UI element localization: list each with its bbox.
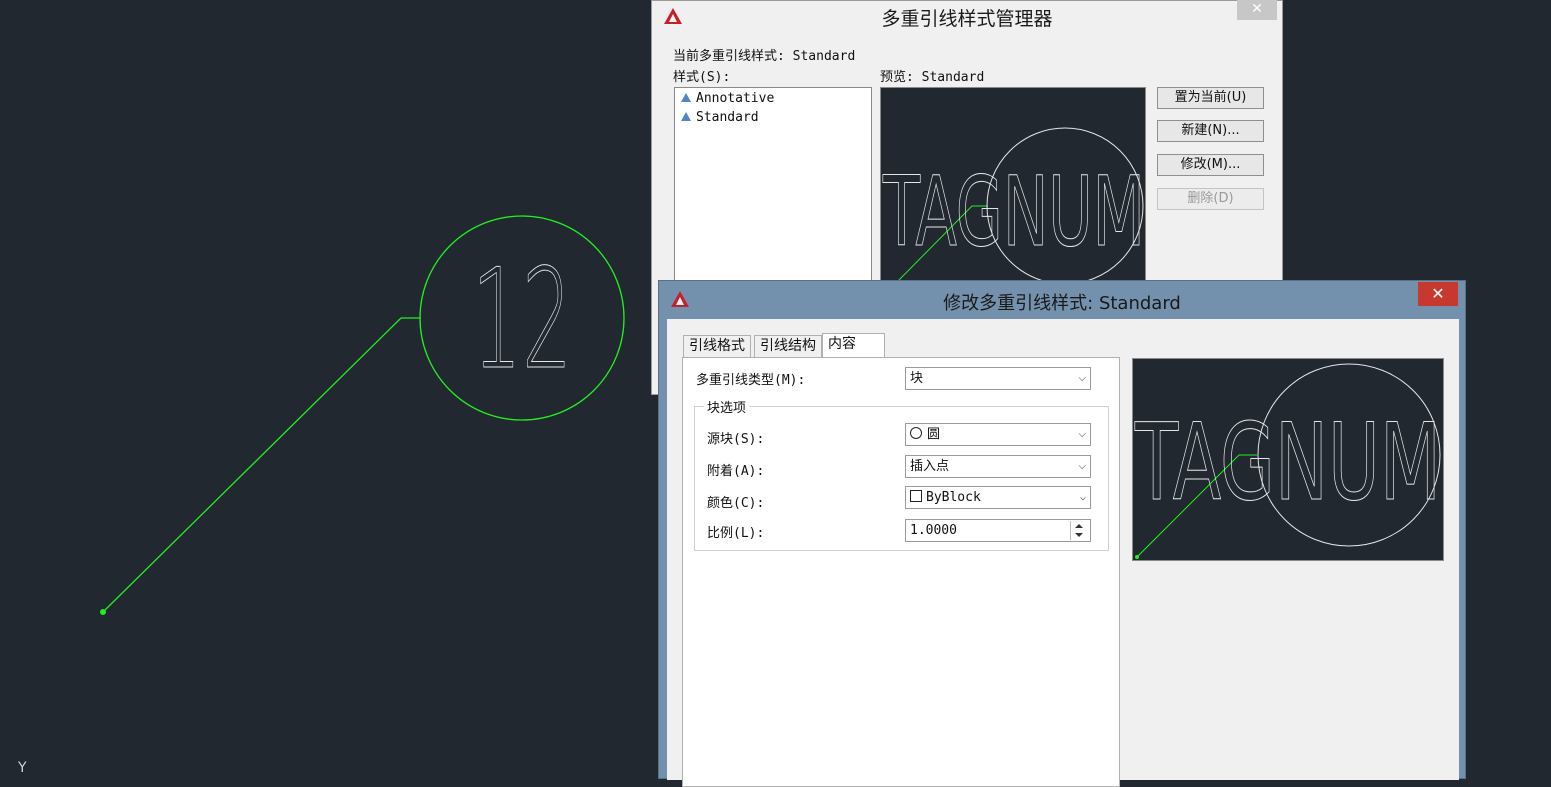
spinner-arrows-icon[interactable] [1070, 521, 1089, 540]
modify-dialog-title: 修改多重引线样式: Standard [943, 293, 1181, 314]
content-tab-panel: 多重引线类型(M): 块 ⌵ 块选项 源块(S): 圆 ⌵ 附着(A): 插入点… [682, 357, 1120, 787]
balloon-text: 12 [472, 239, 572, 400]
delete-style-button[interactable]: 删除(D) [1157, 188, 1264, 210]
annotative-style-icon [681, 93, 691, 102]
multileader-type-label: 多重引线类型(M): [696, 373, 806, 388]
scale-spinner[interactable]: 1.0000 [905, 519, 1091, 542]
list-item[interactable]: Standard [681, 110, 759, 125]
chevron-down-icon: ⌵ [1079, 492, 1086, 503]
modify-preview-drawing: TAGNUM [1134, 363, 1442, 559]
attachment-select[interactable]: 插入点 ⌵ [905, 455, 1091, 478]
color-swatch-icon [910, 490, 922, 502]
circle-block-icon [910, 427, 922, 439]
styles-label: 样式(S): [673, 70, 731, 85]
block-options-title: 块选项 [704, 397, 750, 416]
current-style-label: 当前多重引线样式: Standard [673, 49, 856, 64]
chevron-down-icon: ⌵ [1078, 429, 1086, 440]
modify-multileader-style-dialog: 修改多重引线样式: Standard ✕ 引线格式 引线结构 内容 多重引线类型… [658, 280, 1466, 787]
style-icon [681, 112, 691, 121]
chevron-down-icon: ⌵ [1078, 461, 1086, 472]
preview-label: 预览: Standard [880, 70, 985, 85]
source-block-select[interactable]: 圆 ⌵ [905, 423, 1091, 446]
source-block-label: 源块(S): [707, 432, 765, 447]
scale-label: 比例(L): [707, 526, 765, 541]
new-style-button[interactable]: 新建(N)... [1157, 120, 1264, 142]
block-options-group: 块选项 源块(S): 圆 ⌵ 附着(A): 插入点 ⌵ 颜色(C): ByBlo… [694, 397, 1109, 551]
preview-leader-dot [1135, 555, 1139, 559]
manager-titlebar[interactable]: 多重引线样式管理器 ✕ [652, 0, 1282, 31]
leader-arrow-dot[interactable] [100, 609, 106, 615]
manager-preview-pane: TAGNUM [880, 87, 1146, 282]
manager-title: 多重引线样式管理器 [881, 8, 1053, 30]
leader-line[interactable] [102, 317, 402, 613]
multileader-type-select[interactable]: 块 ⌵ [905, 367, 1091, 390]
modify-preview-pane: TAGNUM [1132, 358, 1444, 561]
preview-tag-text: TAGNUM [882, 156, 1145, 268]
chevron-down-icon: ⌵ [1078, 373, 1086, 384]
tab-content[interactable]: 内容 [822, 333, 885, 358]
list-item[interactable]: Annotative [681, 91, 774, 106]
color-select[interactable]: ByBlock ⌵ [905, 486, 1091, 509]
manager-close-button[interactable]: ✕ [1237, 0, 1277, 20]
attachment-label: 附着(A): [707, 464, 765, 479]
ucs-y-axis-label: Y [18, 760, 27, 776]
preview-tag-text: TAGNUM [1134, 401, 1441, 524]
tab-leader-structure[interactable]: 引线结构 [754, 335, 822, 357]
modify-close-button[interactable]: ✕ [1418, 282, 1458, 306]
set-current-button[interactable]: 置为当前(U) [1157, 87, 1264, 109]
manager-preview-drawing: TAGNUM [882, 127, 1145, 281]
color-label: 颜色(C): [707, 496, 765, 511]
modify-dialog-body: 引线格式 引线结构 内容 多重引线类型(M): 块 ⌵ 块选项 源块(S): 圆… [667, 319, 1459, 787]
modify-style-button[interactable]: 修改(M)... [1157, 154, 1264, 176]
tab-leader-format[interactable]: 引线格式 [683, 335, 751, 357]
